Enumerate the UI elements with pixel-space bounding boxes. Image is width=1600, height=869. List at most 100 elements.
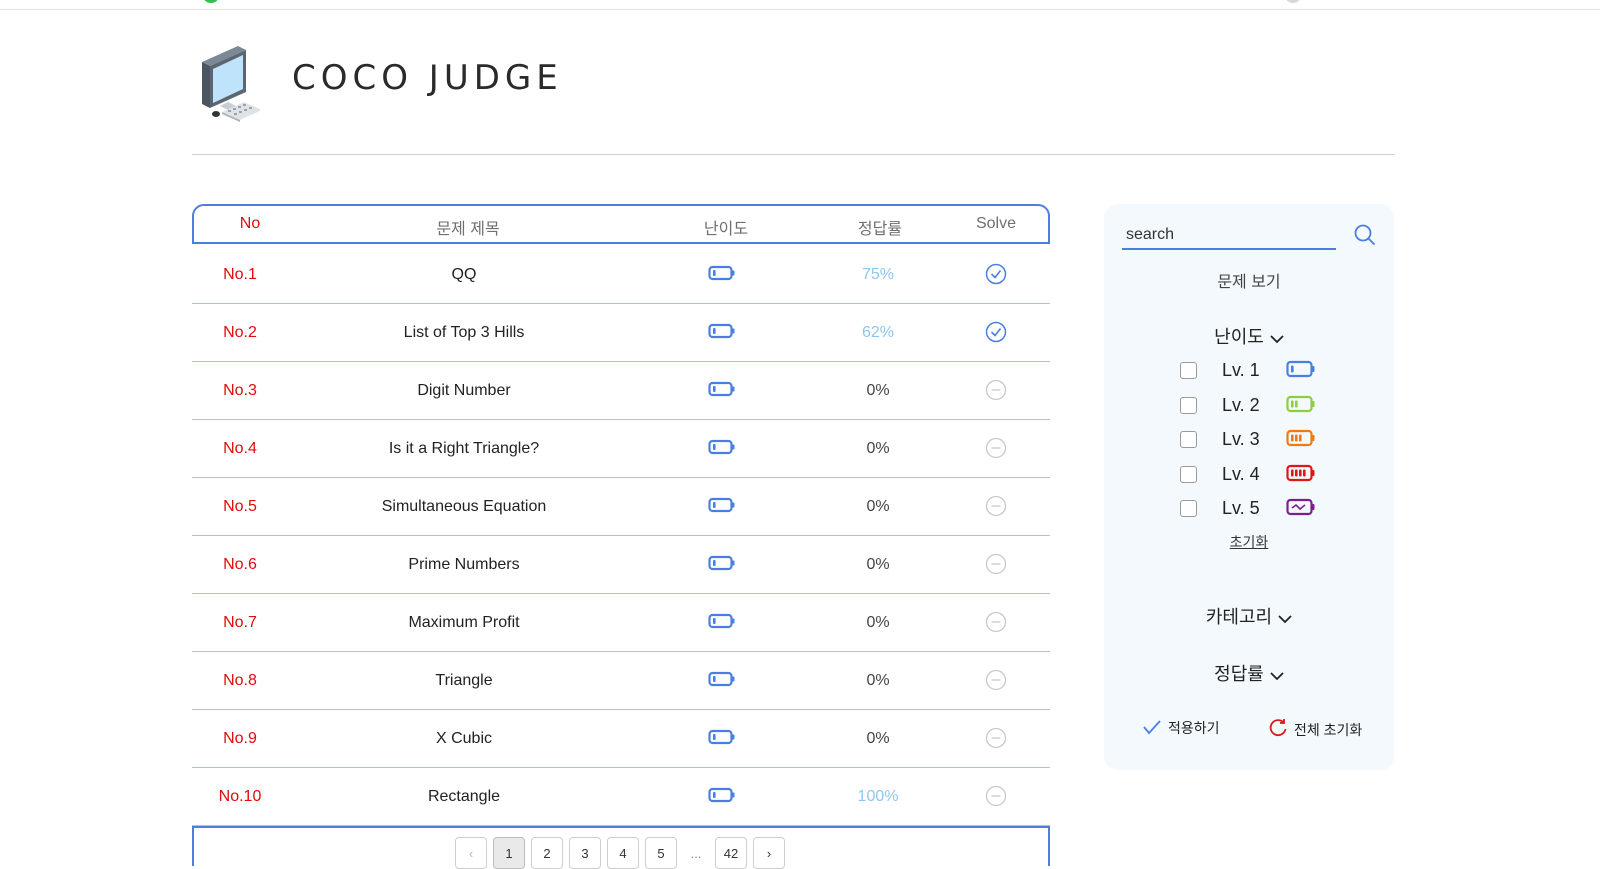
difficulty-label: 난이도 [1214, 327, 1264, 347]
problem-rate: 62% [861, 324, 895, 341]
battery-icon [708, 381, 736, 402]
difficulty-reset-link[interactable]: 초기화 [1104, 532, 1394, 552]
problem-title[interactable]: Rectangle [428, 788, 500, 806]
table-row[interactable]: No.5 Simultaneous Equation 0% [192, 478, 1050, 536]
problem-rate: 0% [866, 382, 890, 399]
battery-icon [708, 323, 736, 344]
rate-label: 정답률 [1214, 664, 1264, 684]
category-label: 카테고리 [1205, 607, 1273, 627]
page-ellipsis: ... [683, 837, 709, 869]
level-filter-3[interactable]: Lv. 3 [1180, 429, 1340, 453]
problem-number: No.6 [223, 556, 257, 573]
category-toggle[interactable]: 카테고리 [1104, 603, 1394, 629]
table-row[interactable]: No.4 Is it a Right Triangle? 0% [192, 420, 1050, 478]
battery-icon [1286, 360, 1316, 383]
table-row[interactable]: No.9 X Cubic 0% [192, 710, 1050, 768]
level-filter-5[interactable]: Lv. 5 [1180, 498, 1340, 522]
header-divider [192, 154, 1394, 155]
level-label: Lv. 2 [1222, 394, 1260, 415]
battery-icon [1286, 464, 1316, 487]
level-filter-1[interactable]: Lv. 1 [1180, 360, 1340, 384]
problem-list: No.1 QQ 75% No.2 List of Top 3 Hills 62% No.3 D… [192, 246, 1050, 826]
filter-sidebar: 문제 보기 난이도 Lv. 1Lv. 2Lv. 3Lv. 4Lv. 5 초기화 … [1104, 204, 1394, 770]
problem-title[interactable]: X Cubic [436, 730, 492, 748]
table-row[interactable]: No.1 QQ 75% [192, 246, 1050, 304]
level-label: Lv. 4 [1222, 463, 1260, 484]
problem-rate: 0% [866, 614, 890, 631]
battery-icon [708, 671, 736, 692]
page-button-3[interactable]: 3 [569, 837, 601, 869]
apply-button[interactable]: 적용하기 [1142, 718, 1220, 738]
problem-number: No.1 [223, 266, 257, 283]
level-label: Lv. 1 [1222, 360, 1260, 380]
problem-title[interactable]: Simultaneous Equation [382, 498, 547, 516]
problem-title[interactable]: Prime Numbers [408, 556, 519, 574]
page-button-1[interactable]: 1 [493, 837, 525, 869]
next-page-button[interactable]: › [753, 837, 785, 869]
level-label: Lv. 5 [1222, 498, 1260, 518]
problem-rate: 0% [866, 440, 890, 457]
problem-title[interactable]: QQ [452, 266, 477, 284]
check-circle-icon [985, 263, 1007, 290]
problem-number: No.5 [223, 498, 257, 515]
page-button-5[interactable]: 5 [645, 837, 677, 869]
problem-rate: 0% [866, 730, 890, 747]
table-row[interactable]: No.8 Triangle 0% [192, 652, 1050, 710]
problem-title[interactable]: List of Top 3 Hills [404, 324, 525, 342]
chevron-down-icon [1270, 665, 1284, 686]
problem-rate: 0% [866, 556, 890, 573]
status-dot [204, 0, 218, 3]
page-button-last[interactable]: 42 [715, 837, 747, 869]
pagination: ‹ 1 2 3 4 5 ... 42 › [455, 837, 785, 869]
level-filter-2[interactable]: Lv. 2 [1180, 395, 1340, 419]
reset-all-button[interactable]: 전체 초기화 [1268, 718, 1362, 741]
apply-label: 적용하기 [1168, 720, 1220, 736]
rate-toggle[interactable]: 정답률 [1104, 660, 1394, 686]
search-icon[interactable] [1352, 222, 1378, 248]
chevron-down-icon [1278, 608, 1292, 629]
minus-circle-icon [985, 553, 1007, 580]
problem-title[interactable]: Triangle [435, 672, 492, 690]
problem-number: No.7 [223, 614, 257, 631]
table-row[interactable]: No.6 Prime Numbers 0% [192, 536, 1050, 594]
column-title: 문제 제목 [436, 221, 500, 238]
level-checkbox[interactable] [1180, 362, 1197, 379]
problem-number: No.10 [218, 788, 262, 805]
computer-icon [196, 40, 262, 124]
problem-title[interactable]: Is it a Right Triangle? [389, 440, 539, 458]
brand-title[interactable]: COCO JUDGE [292, 58, 563, 98]
table-row[interactable]: No.10 Rectangle 100% [192, 768, 1050, 826]
problem-number: No.4 [223, 440, 257, 457]
table-row[interactable]: No.7 Maximum Profit 0% [192, 594, 1050, 652]
battery-icon [708, 265, 736, 286]
minus-circle-icon [985, 495, 1007, 522]
minus-circle-icon [985, 727, 1007, 754]
battery-icon [708, 613, 736, 634]
level-checkbox[interactable] [1180, 396, 1197, 414]
page-button-2[interactable]: 2 [531, 837, 563, 869]
column-level: 난이도 [703, 221, 749, 238]
table-row[interactable]: No.3 Digit Number 0% [192, 362, 1050, 420]
problem-rate: 75% [861, 266, 895, 283]
level-checkbox[interactable] [1180, 465, 1197, 483]
reset-all-label: 전체 초기화 [1294, 721, 1363, 738]
page-button-4[interactable]: 4 [607, 837, 639, 869]
column-solve: Solve [975, 215, 1017, 232]
battery-icon [708, 555, 736, 576]
difficulty-toggle[interactable]: 난이도 [1104, 323, 1394, 349]
level-checkbox[interactable] [1180, 500, 1197, 517]
battery-icon [708, 439, 736, 460]
battery-icon [708, 497, 736, 518]
check-icon [1142, 719, 1162, 738]
prev-page-button[interactable]: ‹ [455, 837, 487, 869]
top-border [0, 9, 1600, 10]
battery-icon [708, 729, 736, 750]
problem-title[interactable]: Digit Number [417, 382, 510, 400]
minus-circle-icon [985, 611, 1007, 638]
table-row[interactable]: No.2 List of Top 3 Hills 62% [192, 304, 1050, 362]
search-input[interactable] [1122, 222, 1336, 250]
level-filter-4[interactable]: Lv. 4 [1180, 464, 1340, 488]
problem-title[interactable]: Maximum Profit [408, 614, 519, 632]
level-checkbox[interactable] [1180, 431, 1197, 448]
minus-circle-icon [985, 379, 1007, 406]
